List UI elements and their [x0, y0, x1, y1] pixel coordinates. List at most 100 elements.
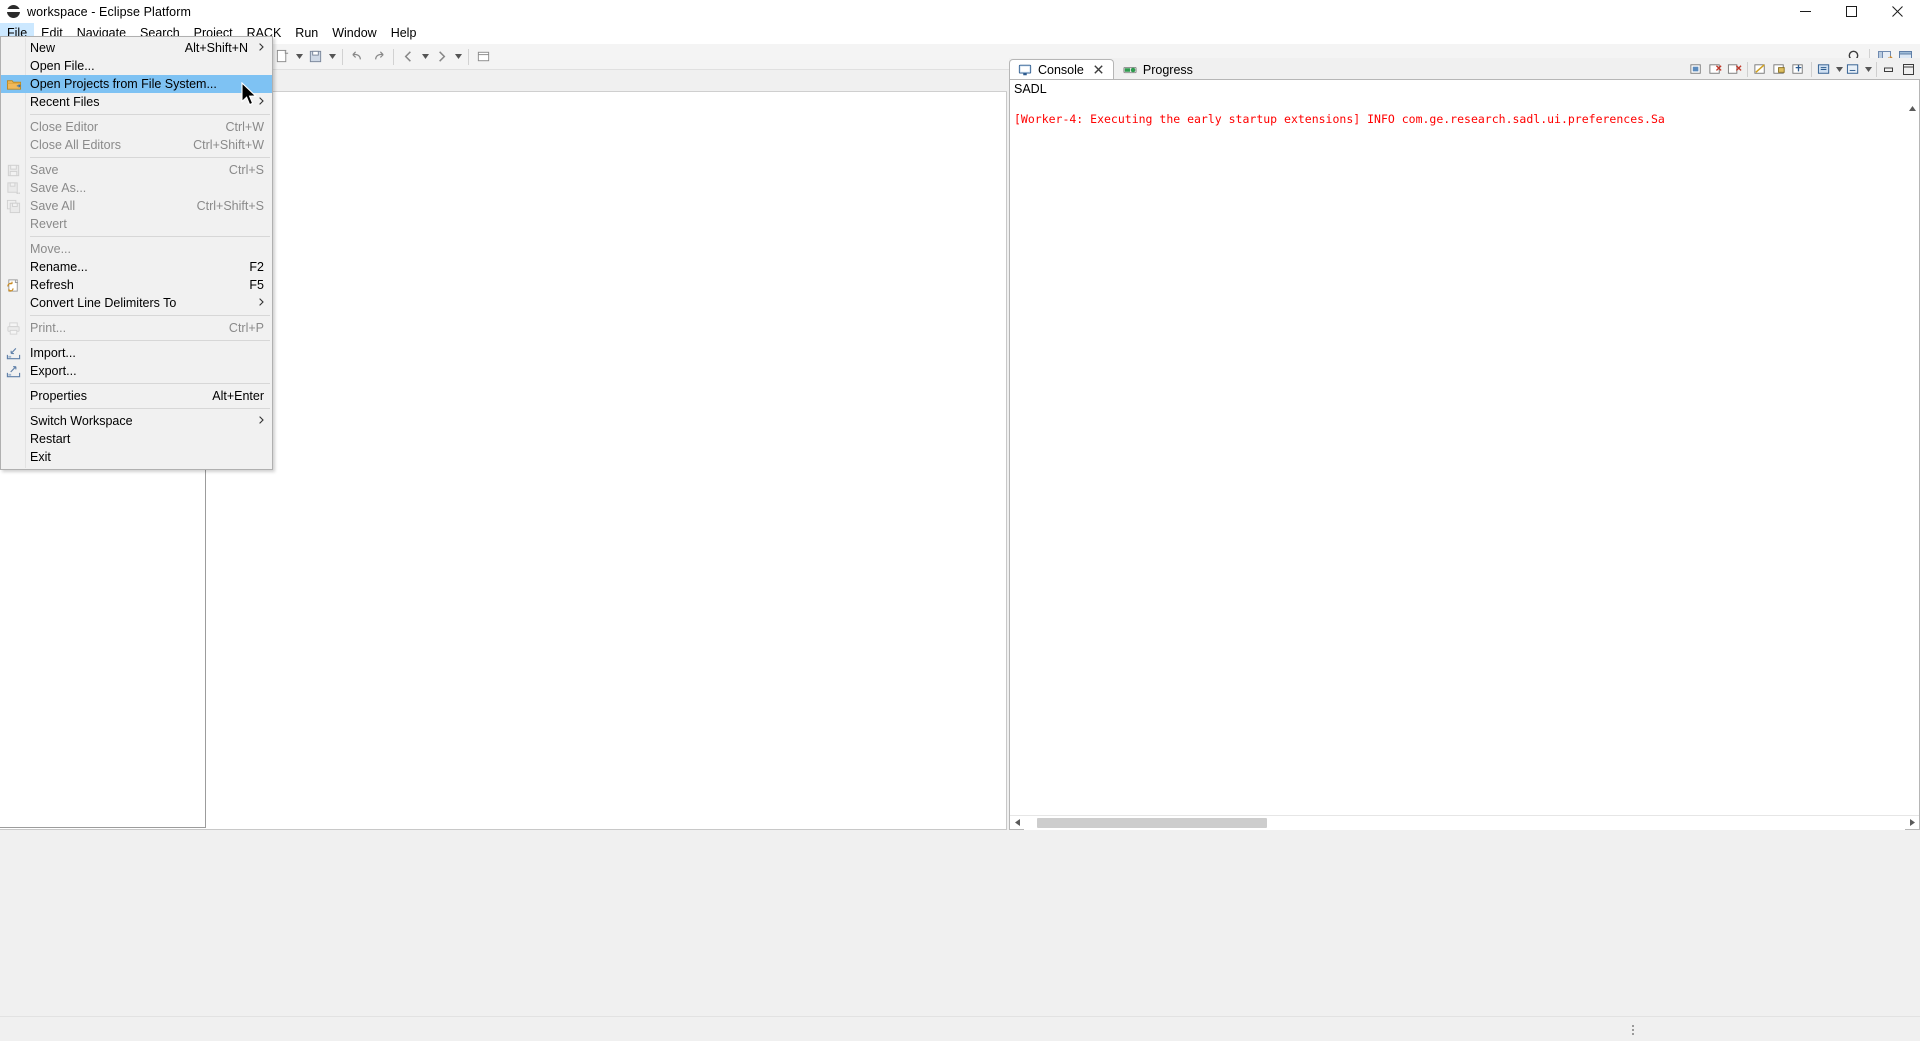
menu-item-rename[interactable]: Rename... F2: [1, 258, 272, 276]
close-button[interactable]: [1874, 0, 1920, 23]
save-as-icon: [5, 180, 22, 196]
menu-item-label: Open Projects from File System...: [30, 77, 217, 91]
save-dropdown-icon[interactable]: [326, 46, 338, 68]
menu-item-label: Print...: [30, 321, 67, 335]
new-wizard-icon[interactable]: [272, 46, 293, 68]
terminate-icon[interactable]: [1687, 60, 1706, 80]
menu-item-open-projects-from-file-system[interactable]: Open Projects from File System...: [1, 75, 272, 93]
file-menu-items: New Alt+Shift+N Open File... Open Projects …: [1, 39, 272, 466]
menu-item-label: Refresh: [30, 278, 74, 292]
save-icon[interactable]: [305, 46, 326, 68]
menu-item-close-all-editors: Close All Editors Ctrl+Shift+W: [1, 136, 272, 154]
forward-dropdown-icon[interactable]: [452, 46, 464, 68]
console-horizontal-scrollbar[interactable]: [1010, 815, 1919, 830]
menu-item-restart[interactable]: Restart: [1, 430, 272, 448]
menu-item-shortcut: Ctrl+Shift+W: [193, 138, 264, 152]
tab-console[interactable]: Console: [1009, 59, 1114, 80]
menu-separator: [30, 236, 270, 237]
scroll-up-icon[interactable]: [1906, 102, 1919, 114]
menu-help[interactable]: Help: [384, 23, 424, 44]
menu-item-properties[interactable]: Properties Alt+Enter: [1, 387, 272, 405]
undo-icon[interactable]: [347, 46, 368, 68]
console-toolbar: [1687, 59, 1918, 80]
console-toolbar-separator-2: [1811, 62, 1812, 77]
console-toolbar-separator: [1747, 62, 1748, 77]
folder-import-icon: [5, 76, 22, 92]
menu-bar: File Edit Navigate Search Project RACK R…: [0, 23, 1920, 44]
menu-item-import[interactable]: Import...: [1, 344, 272, 362]
submenu-chevron-icon: [254, 96, 264, 108]
open-console-dropdown-icon[interactable]: [1863, 60, 1873, 80]
open-console-icon[interactable]: [1844, 60, 1863, 80]
menu-separator: [30, 408, 270, 409]
menu-separator: [30, 340, 270, 341]
maximize-button[interactable]: [1828, 0, 1874, 23]
console-name-label: SADL: [1014, 82, 1047, 96]
project-explorer-view[interactable]: [0, 460, 206, 828]
menu-item-exit[interactable]: Exit: [1, 448, 272, 466]
menu-item-label: Rename...: [30, 260, 88, 274]
menu-item-shortcut: Alt+Enter: [212, 389, 264, 403]
console-toolbar-separator-3: [1876, 62, 1877, 77]
redo-icon[interactable]: [368, 46, 389, 68]
menu-item-label: Convert Line Delimiters To: [30, 296, 177, 310]
menu-item-print: Print... Ctrl+P: [1, 319, 272, 337]
pin-console-icon[interactable]: [1789, 60, 1808, 80]
menu-window[interactable]: Window: [325, 23, 383, 44]
hscroll-thumb[interactable]: [1037, 817, 1267, 828]
display-console-dropdown-icon[interactable]: [1834, 60, 1844, 80]
menu-item-save-as: Save As...: [1, 179, 272, 197]
hscroll-track[interactable]: [1024, 815, 1905, 830]
display-selected-console-icon[interactable]: [1815, 60, 1834, 80]
menu-item-close-editor: Close Editor Ctrl+W: [1, 118, 272, 136]
scroll-left-icon[interactable]: [1010, 816, 1024, 830]
remove-all-terminated-icon[interactable]: [1725, 60, 1744, 80]
minimize-button[interactable]: [1782, 0, 1828, 23]
toolbar-separator-3: [468, 48, 469, 65]
console-vertical-scrollbar[interactable]: [1906, 102, 1919, 814]
eclipse-window: workspace - Eclipse Platform File Edit N…: [0, 0, 1920, 1041]
menu-item-shortcut: Alt+Shift+N: [184, 41, 248, 55]
menu-item-label: Move...: [30, 242, 71, 256]
menu-item-save-all: Save All Ctrl+Shift+S: [1, 197, 272, 215]
file-menu-dropdown: New Alt+Shift+N Open File... Open Projects …: [0, 36, 273, 470]
forward-icon[interactable]: [431, 46, 452, 68]
menu-separator: [30, 383, 270, 384]
menu-item-label: Close All Editors: [30, 138, 122, 152]
tab-console-label: Console: [1038, 62, 1084, 77]
new-wizard-dropdown-icon[interactable]: [293, 46, 305, 68]
eclipse-globe-icon: [6, 4, 22, 20]
menu-item-convert-line-delimiters-to[interactable]: Convert Line Delimiters To: [1, 294, 272, 312]
menu-item-label: Properties: [30, 389, 87, 403]
back-icon[interactable]: [398, 46, 419, 68]
tab-console-close-icon[interactable]: [1092, 63, 1105, 76]
menu-run[interactable]: Run: [288, 23, 325, 44]
view-tab-row: Console Progress: [1009, 58, 1920, 80]
menu-item-shortcut: Ctrl+P: [228, 321, 264, 335]
console-maximize-icon[interactable]: [1899, 60, 1918, 80]
menu-item-shortcut: Ctrl+S: [228, 163, 264, 177]
menu-item-revert: Revert: [1, 215, 272, 233]
clear-console-icon[interactable]: [1751, 60, 1770, 80]
open-resource-icon[interactable]: [473, 46, 494, 68]
toolbar-separator-2: [393, 48, 394, 65]
menu-item-refresh[interactable]: Refresh F5: [1, 276, 272, 294]
menu-item-open-file[interactable]: Open File...: [1, 57, 272, 75]
remove-launch-icon[interactable]: [1706, 60, 1725, 80]
menu-item-recent-files[interactable]: Recent Files: [1, 93, 272, 111]
menu-item-shortcut: Ctrl+W: [225, 120, 264, 134]
console-icon: [1017, 62, 1033, 78]
tab-progress[interactable]: Progress: [1114, 59, 1202, 80]
menu-item-label: Exit: [30, 450, 51, 464]
scroll-right-icon[interactable]: [1905, 816, 1919, 830]
menu-item-label: Recent Files: [30, 95, 100, 109]
back-dropdown-icon[interactable]: [419, 46, 431, 68]
menu-item-new[interactable]: New Alt+Shift+N: [1, 39, 272, 57]
menu-item-switch-workspace[interactable]: Switch Workspace: [1, 412, 272, 430]
scroll-lock-icon[interactable]: [1770, 60, 1789, 80]
tab-progress-label: Progress: [1142, 63, 1193, 77]
refresh-icon: [5, 277, 22, 293]
import-icon: [5, 345, 22, 361]
menu-item-export[interactable]: Export...: [1, 362, 272, 380]
console-minimize-icon[interactable]: [1880, 60, 1899, 80]
